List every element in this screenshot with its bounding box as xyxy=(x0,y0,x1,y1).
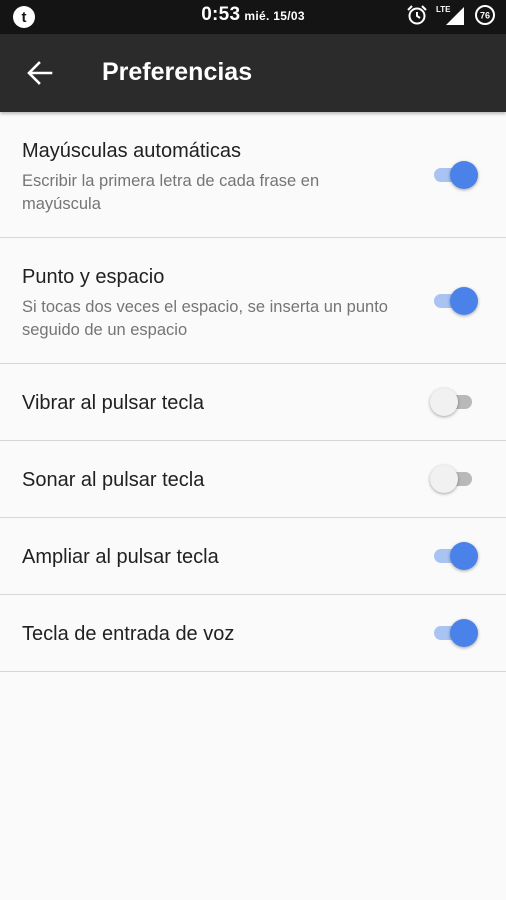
status-time: 0:53 xyxy=(201,4,241,25)
pref-row-auto-capitalization[interactable]: Mayúsculas automáticas Escribir la prime… xyxy=(0,112,506,238)
auto-capitalization-toggle[interactable] xyxy=(430,161,478,189)
back-arrow-icon xyxy=(27,61,53,85)
pref-row-vibrate-on-keypress[interactable]: Vibrar al pulsar tecla xyxy=(0,364,506,441)
status-bar: t 0:53 mié. 15/03 LTE 76 xyxy=(0,0,506,34)
pref-title: Tecla de entrada de voz xyxy=(22,623,235,645)
pref-summary: Escribir la primera letra de cada frase … xyxy=(22,172,320,213)
lte-signal-icon: LTE xyxy=(436,4,466,31)
network-type-label: LTE xyxy=(436,5,451,14)
pref-title: Ampliar al pulsar tecla xyxy=(22,546,219,568)
app-bar: Preferencias xyxy=(0,34,506,112)
battery-level-label: 76 xyxy=(480,10,490,20)
status-icons: LTE 76 xyxy=(406,4,496,31)
alarm-icon xyxy=(406,4,428,31)
toggle-thumb xyxy=(430,465,458,493)
pref-row-double-space-period[interactable]: Punto y espacio Si tocas dos veces el es… xyxy=(0,238,506,364)
pref-row-sound-on-keypress[interactable]: Sonar al pulsar tecla xyxy=(0,441,506,518)
preferences-list: Mayúsculas automáticas Escribir la prime… xyxy=(0,112,506,672)
popup-on-keypress-toggle[interactable] xyxy=(430,542,478,570)
toggle-thumb xyxy=(430,388,458,416)
pref-title: Sonar al pulsar tecla xyxy=(22,469,205,491)
toggle-thumb xyxy=(450,542,478,570)
toggle-thumb xyxy=(450,161,478,189)
pref-title: Vibrar al pulsar tecla xyxy=(22,392,204,414)
back-button[interactable] xyxy=(20,53,60,93)
vibrate-on-keypress-toggle[interactable] xyxy=(430,388,478,416)
pref-title: Punto y espacio xyxy=(22,266,165,288)
double-space-period-toggle[interactable] xyxy=(430,287,478,315)
sound-on-keypress-toggle[interactable] xyxy=(430,465,478,493)
voice-input-key-toggle[interactable] xyxy=(430,619,478,647)
toggle-thumb xyxy=(450,619,478,647)
pref-row-voice-input-key[interactable]: Tecla de entrada de voz xyxy=(0,595,506,672)
pref-summary: Si tocas dos veces el espacio, se insert… xyxy=(22,298,388,339)
pref-row-popup-on-keypress[interactable]: Ampliar al pulsar tecla xyxy=(0,518,506,595)
status-date: mié. 15/03 xyxy=(244,9,305,23)
pref-title: Mayúsculas automáticas xyxy=(22,140,241,162)
battery-icon: 76 xyxy=(474,4,496,31)
page-title: Preferencias xyxy=(102,58,253,86)
toggle-thumb xyxy=(450,287,478,315)
